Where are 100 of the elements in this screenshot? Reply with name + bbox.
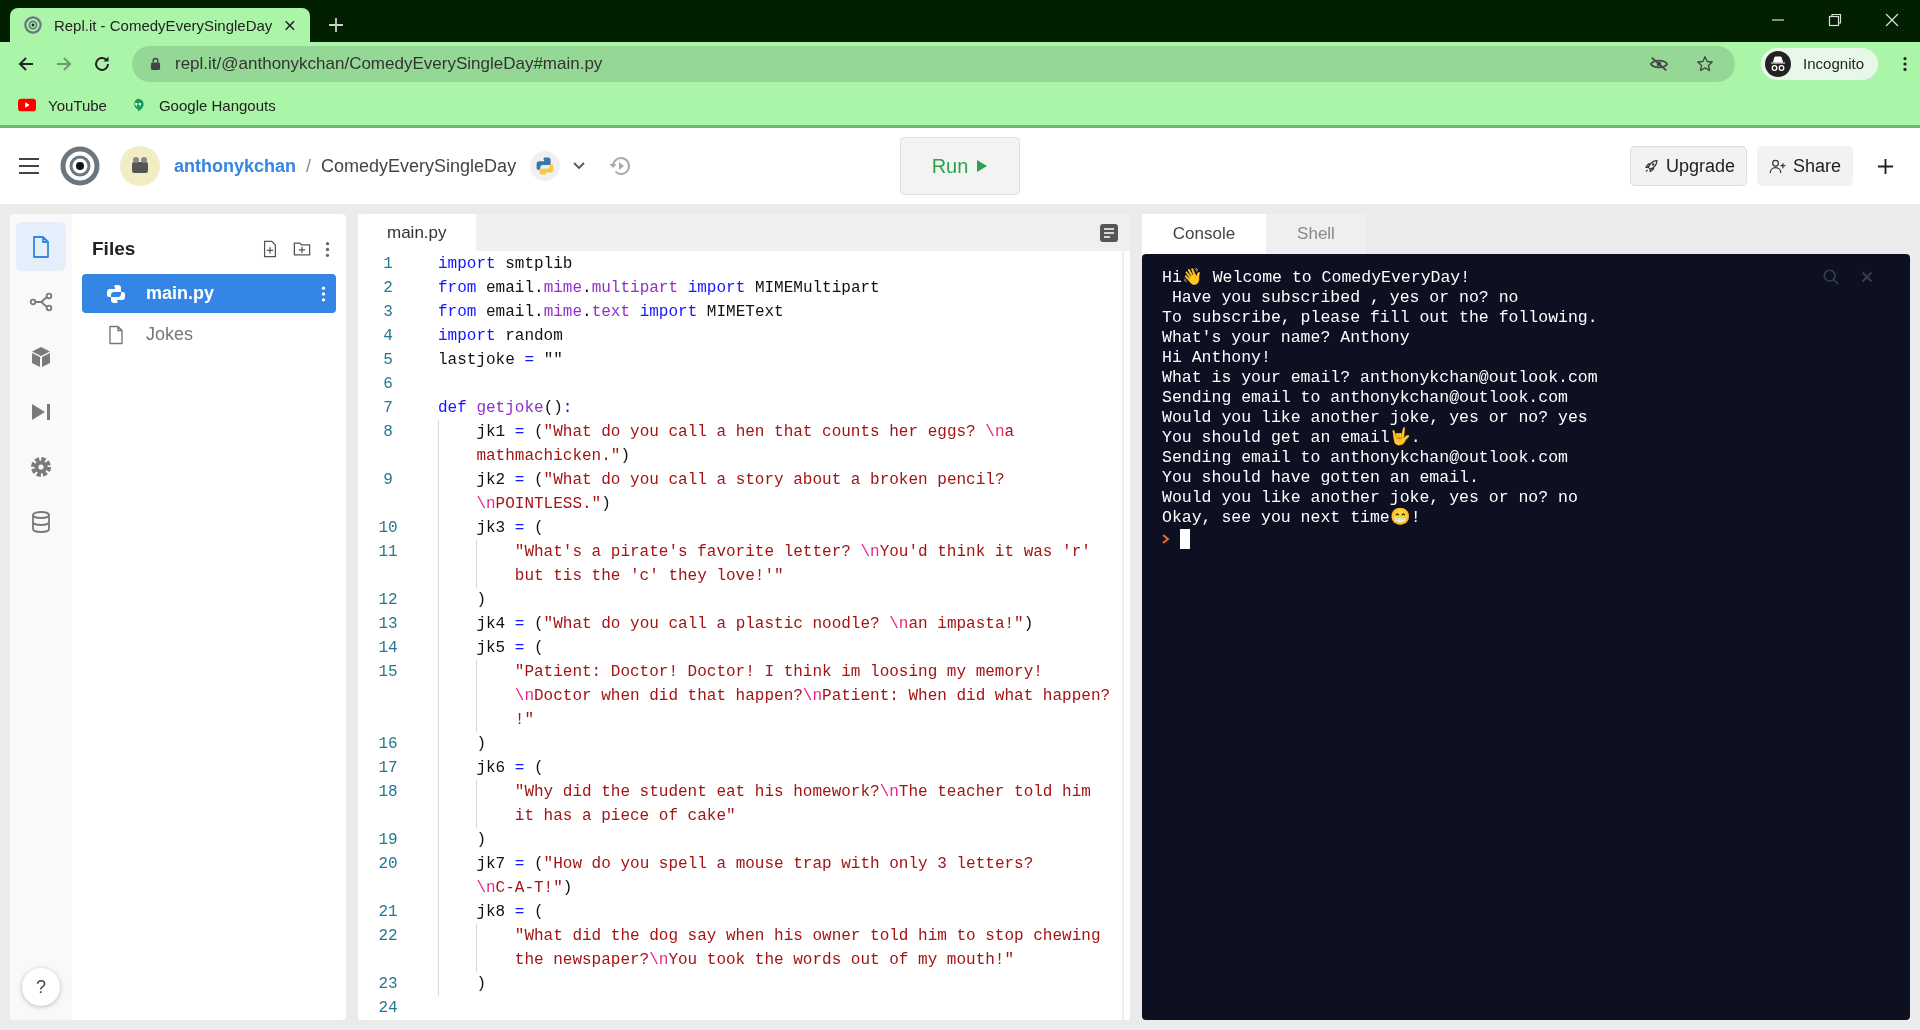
code-line: \nC-A-T!") (476, 878, 573, 899)
console-tab[interactable]: Console (1142, 214, 1266, 254)
console-line: What is your email? anthonykchan@outlook.com (1162, 368, 1598, 388)
plus-icon[interactable] (1877, 157, 1894, 175)
sidebar-item[interactable] (16, 222, 66, 271)
close-icon[interactable] (284, 18, 296, 32)
line-number: 6 (382, 374, 394, 395)
console-line: What's your name? Anthony (1162, 328, 1410, 348)
console-line: To subscribe, please fill out the following. (1162, 308, 1598, 328)
new-folder-icon[interactable] (293, 240, 311, 258)
repl-name[interactable]: ComedyEverySingleDay (321, 155, 517, 177)
code-line: "Patient: Doctor! Doctor! I think im loosing my memory! (514, 662, 1043, 683)
spiral-logo-icon[interactable] (60, 146, 100, 186)
code-line: !" (514, 710, 534, 731)
console-line: You should have gotten an email. (1162, 468, 1479, 488)
restore-icon[interactable] (1827, 12, 1843, 28)
browser-tab[interactable]: Repl.it - ComedyEverySingleDay (10, 8, 310, 42)
code-line: jk1 = ("What do you call a hen that counts her eggs? \na (476, 422, 1015, 443)
new-tab-icon[interactable] (328, 17, 344, 33)
path-separator: / (306, 155, 312, 177)
line-number: 14 (377, 638, 399, 659)
code-line: jk7 = ("How do you spell a mouse trap with only 3 letters? (476, 854, 1034, 875)
lock-icon (150, 57, 161, 70)
code-line: ) (476, 734, 486, 755)
panel-title: Files (92, 238, 136, 260)
line-number: 11 (377, 542, 399, 563)
panel-menu-icon[interactable] (1100, 223, 1118, 242)
more-icon[interactable] (1902, 54, 1908, 73)
code-line: ) (476, 590, 486, 611)
code-line: jk2 = ("What do you call a story about a broken pencil? (476, 470, 1005, 491)
code-line: \nDoctor when did that happen?\nPatient: When did what happen? (514, 686, 1111, 707)
line-number: 19 (377, 830, 399, 851)
line-number: 18 (377, 782, 399, 803)
eye-slash-icon[interactable] (1649, 54, 1670, 73)
settings-icon (29, 454, 53, 479)
python-icon[interactable] (530, 151, 561, 181)
new-file-icon[interactable] (261, 240, 279, 258)
code-line: from email.mime.multipart import MIMEMultipart (438, 278, 880, 299)
code-line: def getjoke(): (438, 398, 573, 419)
line-number: 22 (377, 926, 399, 947)
line-number: 13 (377, 614, 399, 635)
console-line: You should get an email🤟. (1162, 428, 1421, 448)
console-line: Hi👋 Welcome to ComedyEveryDay! (1162, 268, 1471, 288)
line-number: 2 (382, 278, 394, 299)
code-line: lastjoke = "" (438, 350, 563, 371)
code-line: ) (476, 974, 486, 995)
line-number: 10 (377, 518, 399, 539)
line-number: 5 (382, 350, 394, 371)
code-line: it has a piece of cake" (514, 806, 736, 827)
console-line: Would you like another joke, yes or no? no (1162, 488, 1578, 508)
line-number: 3 (382, 302, 394, 323)
code-line: but tis the 'c' they love!'" (514, 566, 784, 587)
file-item[interactable]: main.py (82, 274, 336, 313)
editor-tab[interactable]: main.py (358, 214, 476, 251)
menu-icon[interactable] (18, 157, 40, 175)
file-item[interactable]: Jokes (82, 315, 336, 354)
code-line: mathmachicken.") (476, 446, 631, 467)
profile-button[interactable]: Incognito (1761, 47, 1878, 80)
close-icon[interactable] (1884, 12, 1900, 28)
line-number: 23 (377, 974, 399, 995)
upgrade-button[interactable]: Upgrade (1629, 146, 1747, 186)
line-number: 17 (377, 758, 399, 779)
line-number: 21 (377, 902, 399, 923)
line-number: 9 (382, 470, 394, 491)
url-text: repl.it/@anthonykchan/ComedyEverySingleDay#main.py (175, 53, 603, 74)
star-icon[interactable] (1695, 54, 1716, 73)
bookmark[interactable]: Google Hangouts (128, 96, 276, 114)
line-number: 1 (382, 254, 394, 275)
line-number: 8 (382, 422, 394, 443)
line-number: 24 (377, 998, 399, 1019)
owner-link[interactable]: anthonykchan (174, 155, 297, 177)
console-line: Okay, see you next time😁! (1162, 508, 1421, 528)
console-line: Sending email to anthonykchan@outlook.com (1162, 448, 1568, 468)
code-line: "What's a pirate's favorite letter? \nYou'd think it was 'r' (514, 542, 1091, 563)
line-number: 20 (377, 854, 399, 875)
code-line: jk3 = ( (476, 518, 544, 539)
play-logo-icon (18, 98, 36, 112)
caret-icon[interactable] (572, 161, 587, 171)
code-line: "Why did the student eat his homework?\nThe teacher told him (514, 782, 1091, 803)
avatar-icon[interactable] (120, 146, 160, 186)
add-person-icon (1768, 157, 1787, 175)
line-number: 12 (377, 590, 399, 611)
database-icon (29, 509, 53, 534)
incognito-icon (1765, 50, 1792, 77)
prompt-icon (1162, 534, 1170, 544)
console-line: Have you subscribed , yes or no? no (1170, 288, 1519, 308)
help-button[interactable]: ? (22, 968, 60, 1006)
bookmark[interactable]: YouTube (18, 96, 107, 114)
code-line: from email.mime.text import MIMEText (438, 302, 784, 323)
code-line: jk4 = ("What do you call a plastic noodle? \nan impasta!") (476, 614, 1034, 635)
line-number: 16 (377, 734, 399, 755)
line-number: 15 (377, 662, 399, 683)
address-bar[interactable]: repl.it/@anthonykchan/ComedyEverySingleDay#main.py (132, 45, 1736, 82)
share-button[interactable]: Share (1756, 146, 1853, 186)
console-line: Hi Anthony! (1162, 348, 1271, 368)
code-line: import random (438, 326, 563, 347)
cube-icon (29, 344, 53, 369)
code-line: jk6 = ( (476, 758, 544, 779)
more-icon[interactable] (325, 240, 330, 258)
line-number: 7 (382, 398, 394, 419)
